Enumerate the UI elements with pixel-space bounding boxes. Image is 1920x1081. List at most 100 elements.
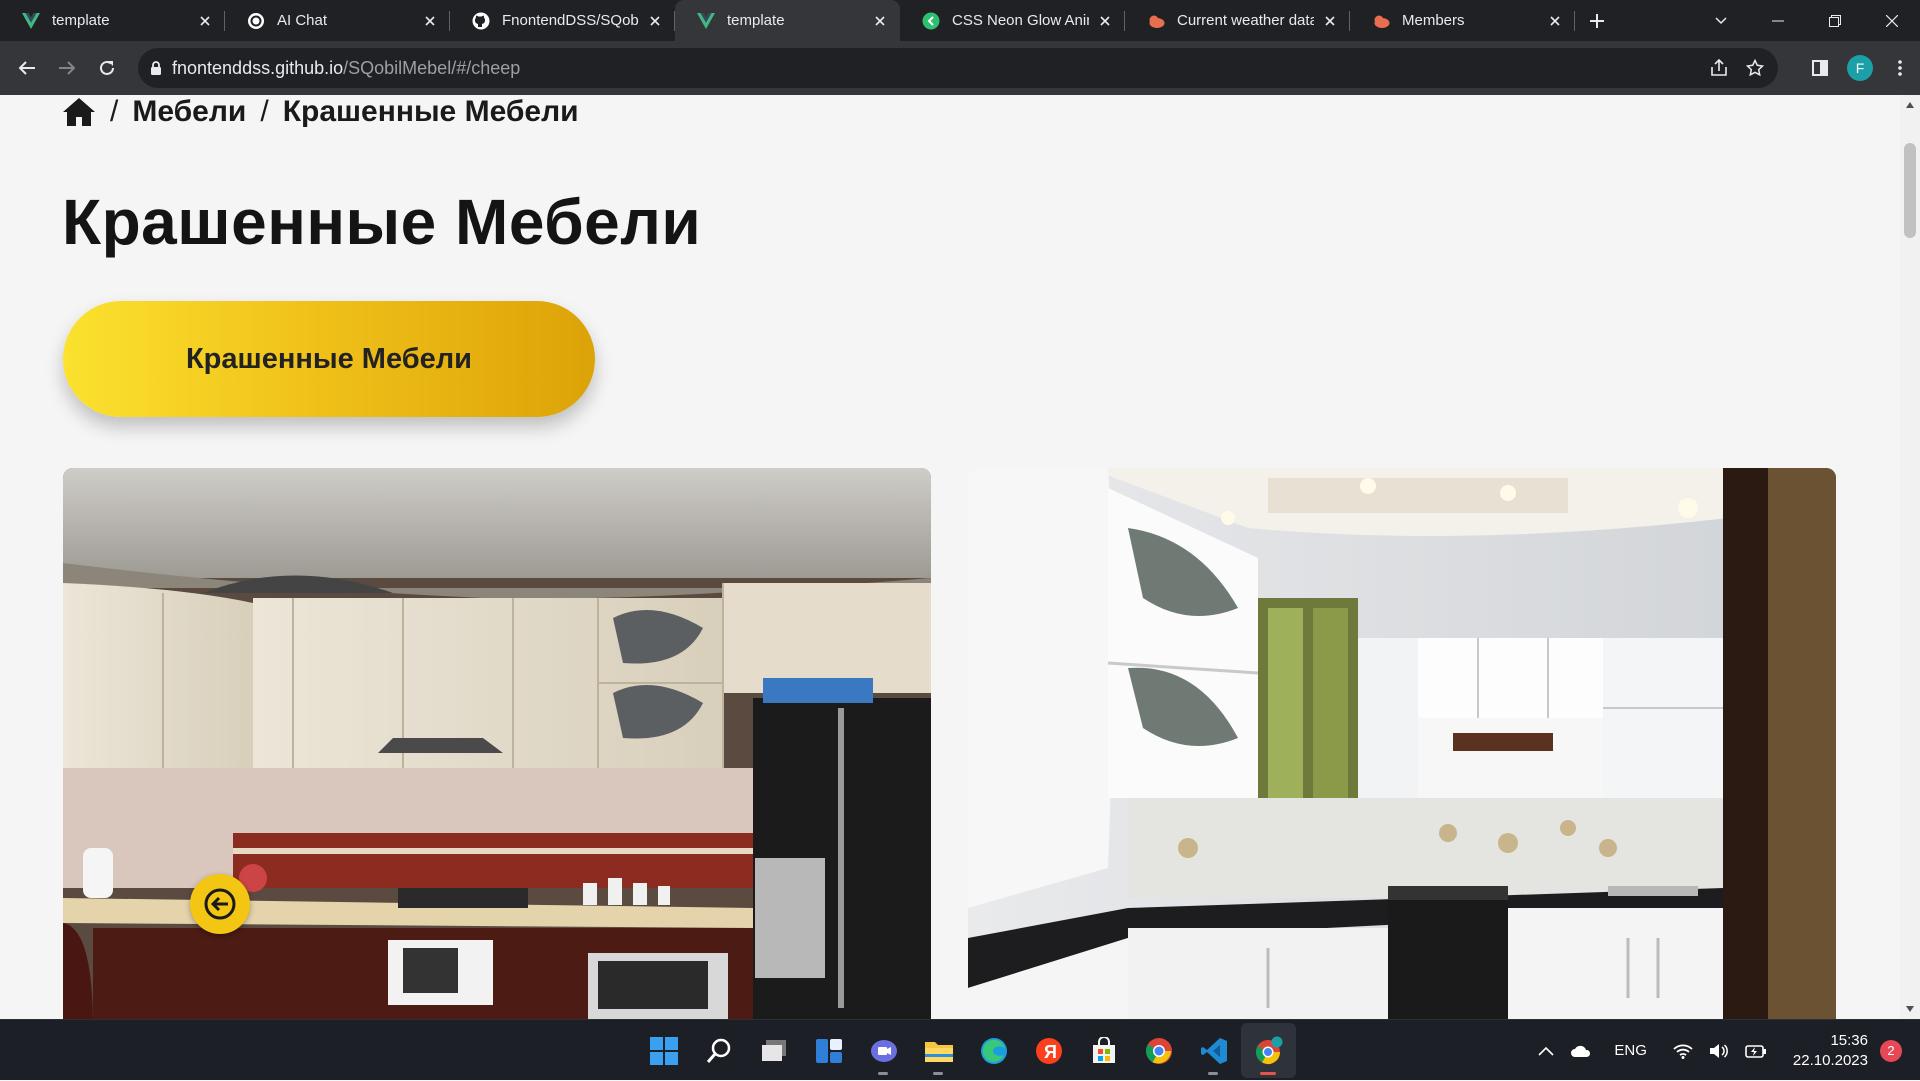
close-tab-icon[interactable] xyxy=(872,13,888,29)
url-host: fnontenddss.github.io xyxy=(172,57,344,78)
chat-icon[interactable] xyxy=(856,1023,911,1078)
breadcrumb-separator: / xyxy=(110,95,119,128)
svg-text:Я: Я xyxy=(1044,1042,1057,1062)
openweather-icon xyxy=(1372,12,1390,30)
volume-icon[interactable] xyxy=(1709,1043,1729,1059)
chrome-icon[interactable] xyxy=(1131,1023,1186,1078)
edge-icon[interactable] xyxy=(966,1023,1021,1078)
arrow-right-icon xyxy=(59,61,76,75)
system-tray: ENG 15:36 22.10.2023 2 xyxy=(1530,1020,1920,1081)
tab-title: FnontendDSS/SQobil xyxy=(502,12,639,29)
arrow-left-icon xyxy=(18,61,35,75)
side-panel-button[interactable] xyxy=(1800,48,1840,88)
tab-weather[interactable]: Current weather data xyxy=(1125,0,1350,41)
close-tab-icon[interactable] xyxy=(422,13,438,29)
page-content: / Мебели / Крашенные Мебели Крашенные Ме… xyxy=(0,95,1900,1019)
clock-time: 15:36 xyxy=(1830,1031,1868,1049)
running-indicator xyxy=(933,1072,943,1075)
breadcrumb-item-furniture[interactable]: Мебели xyxy=(132,95,246,129)
tab-members[interactable]: Members xyxy=(1350,0,1575,41)
close-tab-icon[interactable] xyxy=(647,13,663,29)
clock[interactable]: 15:36 22.10.2023 xyxy=(1793,1031,1868,1071)
tab-title: AI Chat xyxy=(277,12,328,29)
avatar: F xyxy=(1847,55,1873,81)
notification-badge[interactable]: 2 xyxy=(1880,1039,1902,1062)
close-tab-icon[interactable] xyxy=(197,13,213,29)
plus-icon xyxy=(1590,13,1604,28)
tab-strip: template AI Chat FnontendDSS/SQobil temp… xyxy=(0,0,1920,41)
yandex-icon[interactable]: Я xyxy=(1021,1023,1076,1078)
address-bar[interactable]: fnontenddss.github.io/SQobilMebel/#/chee… xyxy=(138,48,1778,88)
codepen-icon xyxy=(922,12,940,30)
taskbar-apps: Я xyxy=(636,1020,1296,1081)
home-icon[interactable] xyxy=(62,97,96,127)
search-icon[interactable] xyxy=(691,1023,746,1078)
window-controls xyxy=(1692,0,1920,41)
tab-title: CSS Neon Glow Anim xyxy=(952,12,1089,29)
scrollbar-thumb[interactable] xyxy=(1904,143,1916,238)
taskbar: Я ENG 15:36 22.10.2023 2 xyxy=(0,1019,1920,1080)
page-scrollbar[interactable] xyxy=(1900,95,1920,1019)
clock-date: 22.10.2023 xyxy=(1792,1051,1868,1069)
minimize-button[interactable] xyxy=(1749,0,1806,41)
widgets-icon[interactable] xyxy=(801,1023,856,1078)
kitchen-photo-white[interactable] xyxy=(968,468,1836,1019)
chevron-up-icon[interactable] xyxy=(1538,1046,1554,1056)
url-text: fnontenddss.github.io/SQobilMebel/#/chee… xyxy=(172,58,520,79)
toolbar-right: F xyxy=(1800,48,1920,88)
language-indicator[interactable]: ENG xyxy=(1614,1042,1647,1059)
close-tab-icon[interactable] xyxy=(1322,13,1338,29)
kitchen-photo-beige[interactable] xyxy=(63,468,931,1019)
close-window-button[interactable] xyxy=(1863,0,1920,41)
github-icon xyxy=(472,12,490,30)
tab-template-active[interactable]: template xyxy=(675,0,900,41)
tab-title: template xyxy=(727,12,785,29)
breadcrumb-separator: / xyxy=(260,95,269,128)
url-path: /SQobilMebel/#/cheep xyxy=(343,57,521,78)
back-arrow-button[interactable] xyxy=(190,874,250,934)
profile-button[interactable]: F xyxy=(1840,48,1880,88)
vue-icon xyxy=(22,12,40,30)
share-icon[interactable] xyxy=(1710,59,1728,77)
tab-neon-glow[interactable]: CSS Neon Glow Anim xyxy=(900,0,1125,41)
task-view-icon[interactable] xyxy=(746,1023,801,1078)
openweather-icon xyxy=(1147,12,1165,30)
menu-button[interactable] xyxy=(1880,48,1920,88)
close-tab-icon[interactable] xyxy=(1547,13,1563,29)
tab-search-button[interactable] xyxy=(1692,0,1749,41)
tab-ai-chat[interactable]: AI Chat xyxy=(225,0,450,41)
bookmark-star-icon[interactable] xyxy=(1746,59,1764,77)
page-title: Крашенные Мебели xyxy=(62,186,702,258)
ai-chat-icon xyxy=(247,12,265,30)
arrow-circle-left-icon xyxy=(204,888,236,920)
category-button[interactable]: Крашенные Мебели xyxy=(63,301,595,417)
file-explorer-icon[interactable] xyxy=(911,1023,966,1078)
lock-icon xyxy=(151,60,161,75)
scroll-up-icon[interactable] xyxy=(1904,99,1916,111)
tab-github[interactable]: FnontendDSS/SQobil xyxy=(450,0,675,41)
chevron-down-icon xyxy=(1714,16,1727,24)
breadcrumb: / Мебели / Крашенные Мебели xyxy=(62,95,579,129)
breadcrumb-item-current: Крашенные Мебели xyxy=(282,95,579,128)
restore-icon xyxy=(1828,14,1841,27)
chrome-profile-icon[interactable] xyxy=(1241,1023,1296,1078)
restore-button[interactable] xyxy=(1806,0,1863,41)
vscode-icon[interactable] xyxy=(1186,1023,1241,1078)
running-indicator xyxy=(1260,1072,1276,1075)
new-tab-button[interactable] xyxy=(1575,0,1619,41)
store-icon[interactable] xyxy=(1076,1023,1131,1078)
reload-button[interactable] xyxy=(87,48,127,88)
onedrive-cloud-icon[interactable] xyxy=(1570,1044,1592,1058)
running-indicator xyxy=(1208,1072,1218,1075)
vue-icon xyxy=(697,12,715,30)
reload-icon xyxy=(100,60,114,75)
back-button[interactable] xyxy=(7,48,47,88)
tab-template-1[interactable]: template xyxy=(0,0,225,41)
forward-button[interactable] xyxy=(47,48,87,88)
scroll-down-icon[interactable] xyxy=(1904,1003,1916,1015)
battery-charging-icon[interactable] xyxy=(1745,1043,1767,1059)
side-panel-icon xyxy=(1812,60,1828,76)
start-icon[interactable] xyxy=(636,1023,691,1078)
wifi-icon[interactable] xyxy=(1673,1043,1693,1059)
close-tab-icon[interactable] xyxy=(1097,13,1113,29)
